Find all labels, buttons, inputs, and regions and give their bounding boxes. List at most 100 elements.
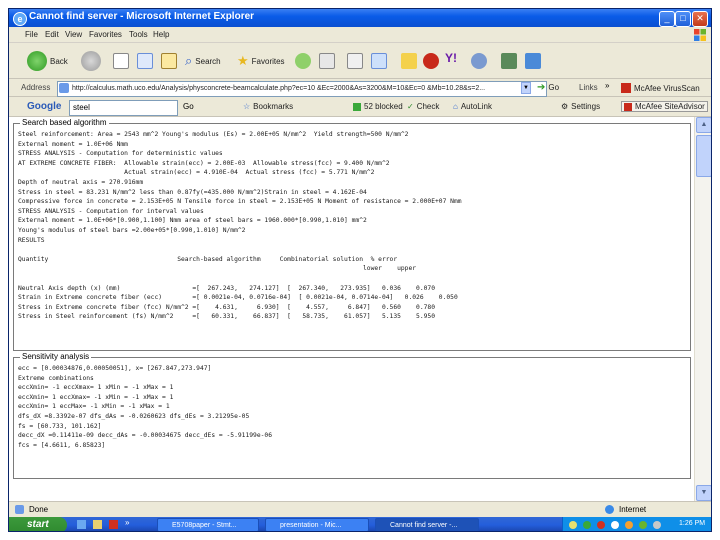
- popup-blocker-button[interactable]: 52 blocked: [353, 102, 403, 111]
- address-label: Address: [21, 83, 51, 92]
- menu-tools[interactable]: Tools: [129, 30, 148, 39]
- autolink-button[interactable]: ⌂ AutoLink: [453, 102, 492, 111]
- taskbar: start » E5708paper - Stmt... presentatio…: [9, 517, 711, 531]
- toolbar: Back ⌕ Search ★ Favorites Y!: [9, 43, 711, 79]
- bookmarks-button[interactable]: ☆ Bookmarks: [243, 102, 293, 111]
- menu-edit[interactable]: Edit: [45, 30, 59, 39]
- edit-icon[interactable]: [371, 53, 387, 69]
- tray-icon-1[interactable]: [569, 521, 577, 529]
- minimize-button[interactable]: _: [659, 11, 675, 27]
- scroll-up-icon[interactable]: ▲: [696, 117, 711, 133]
- clock[interactable]: 1:26 PM: [679, 520, 705, 527]
- result-line: STRESS ANALYSIS - Computation for determ…: [18, 150, 223, 158]
- scroll-thumb[interactable]: [696, 135, 711, 177]
- go-button[interactable]: ➔ Go: [537, 82, 559, 93]
- back-arrow-icon: [27, 51, 47, 71]
- messenger-icon[interactable]: [423, 53, 439, 69]
- spellcheck-button[interactable]: ✓ Check: [407, 102, 439, 111]
- maximize-button[interactable]: □: [675, 11, 691, 27]
- sensitivity-line: eccXmin= 1 eccXmax= -1 xMin = -1 xMax = …: [18, 393, 174, 401]
- address-dropdown-icon[interactable]: ▼: [521, 82, 531, 94]
- vertical-scrollbar[interactable]: ▲ ▼: [694, 117, 711, 501]
- spellcheck-icon: ✓: [407, 102, 414, 111]
- quicklaunch-folder-icon[interactable]: [93, 520, 102, 529]
- menu-favorites[interactable]: Favorites: [89, 30, 122, 39]
- google-settings-button[interactable]: ⚙ Settings: [561, 102, 600, 111]
- mail-icon[interactable]: [319, 53, 335, 69]
- refresh-icon[interactable]: [137, 53, 153, 69]
- quicklaunch-more-icon[interactable]: »: [125, 518, 129, 527]
- menu-file[interactable]: File: [25, 30, 38, 39]
- back-button[interactable]: Back: [27, 51, 68, 71]
- result-line: lower upper: [18, 265, 417, 273]
- google-go-button[interactable]: Go: [183, 102, 194, 111]
- favorites-button[interactable]: ★ Favorites: [237, 53, 285, 69]
- close-button[interactable]: ✕: [692, 11, 708, 27]
- search-icon: ⌕: [185, 53, 193, 68]
- sensitivity-text: ecc = [0.00034876,0.00050051], x= [267.8…: [18, 364, 684, 474]
- task-paper[interactable]: E5708paper - Stmt...: [157, 518, 259, 531]
- translate-icon[interactable]: [525, 53, 541, 69]
- result-line: Depth of neutral axis = 270.916mm: [18, 178, 144, 186]
- stop-icon[interactable]: [113, 53, 129, 69]
- links-label[interactable]: Links: [579, 83, 598, 92]
- result-line: AT EXTREME CONCRETE FIBER: Allowable str…: [18, 159, 390, 167]
- google-search-input[interactable]: steel: [69, 100, 178, 116]
- mcafee-icon: [621, 83, 631, 93]
- home-icon[interactable]: [161, 53, 177, 69]
- browser-window: e Cannot find server - Microsoft Interne…: [8, 8, 712, 532]
- panel-title: Sensitivity analysis: [20, 352, 92, 361]
- tray-icon-2[interactable]: [583, 521, 591, 529]
- status-bar: Done Internet: [9, 501, 711, 517]
- menu-help[interactable]: Help: [153, 30, 169, 39]
- menu-view[interactable]: View: [65, 30, 82, 39]
- start-label: start: [27, 519, 49, 530]
- mcafee-siteadvisor-button[interactable]: McAfee SiteAdvisor: [621, 101, 708, 112]
- internet-zone-icon: [605, 505, 614, 514]
- panel-title: Search based algorithm: [20, 118, 109, 127]
- result-line: RESULTS: [18, 236, 45, 244]
- forward-button[interactable]: [81, 51, 101, 71]
- menu-bar: File Edit View Favorites Tools Help: [9, 27, 711, 43]
- result-line: Stress in steel = 83.231 N/mm^2 less tha…: [18, 188, 367, 196]
- tray-icon-4[interactable]: [611, 521, 619, 529]
- system-tray: 1:26 PM: [562, 517, 711, 531]
- sensitivity-panel: Sensitivity analysis ecc = [0.00034876,0…: [13, 352, 691, 479]
- google-toolbar: Google steel Go ☆ Bookmarks 52 blocked ✓…: [9, 97, 711, 117]
- result-line: Stress in Extreme concrete fiber (fcc) N…: [18, 303, 436, 311]
- result-line: [18, 274, 684, 284]
- sensitivity-line: decc_dX =0.11411e-09 decc_dAs = -0.00034…: [18, 432, 273, 440]
- address-input[interactable]: http://calculus.math.uco.edu/Analysis/ph…: [57, 81, 547, 97]
- folder-icon[interactable]: [401, 53, 417, 69]
- zone-text: Internet: [619, 505, 647, 514]
- search-button[interactable]: ⌕ Search: [185, 53, 221, 69]
- sensitivity-lines: ecc = [0.00034876,0.00050051], x= [267.8…: [18, 364, 684, 450]
- result-line: Stress in Steel reinforcement (fs) N/mm^…: [18, 313, 436, 321]
- quicklaunch-ie-icon[interactable]: [77, 520, 86, 529]
- tray-icon-3[interactable]: [597, 521, 605, 529]
- result-line: External moment = 1.0E+06 Nmm: [18, 140, 128, 148]
- tray-icon-5[interactable]: [625, 521, 633, 529]
- go-arrow-icon: ➔: [537, 82, 546, 93]
- forward-arrow-icon: [81, 51, 101, 71]
- start-button[interactable]: start: [9, 517, 67, 531]
- scroll-down-icon[interactable]: ▼: [696, 485, 711, 501]
- result-line: [18, 245, 684, 255]
- mcafee-virusscan-button[interactable]: McAfee VirusScan: [621, 83, 700, 93]
- title-bar[interactable]: e Cannot find server - Microsoft Interne…: [9, 9, 711, 27]
- tray-icon-6[interactable]: [639, 521, 647, 529]
- links-chevron-icon[interactable]: »: [605, 81, 609, 90]
- tools-icon[interactable]: [501, 53, 517, 69]
- research-icon[interactable]: [471, 53, 487, 69]
- print-icon[interactable]: [347, 53, 363, 69]
- ie-logo-icon: e: [13, 12, 27, 26]
- history-icon[interactable]: [295, 53, 311, 69]
- search-algorithm-panel: Search based algorithm Steel reinforceme…: [13, 118, 691, 351]
- result-line: Neutral Axis depth (x) (mm) =[ 267.243, …: [18, 284, 436, 292]
- tray-icon-7[interactable]: [653, 521, 661, 529]
- task-browser[interactable]: Cannot find server -...: [375, 518, 479, 531]
- task-presentation[interactable]: presentation - Mic...: [265, 518, 369, 531]
- yahoo-icon[interactable]: Y!: [445, 51, 457, 65]
- quicklaunch-app-icon[interactable]: [109, 520, 118, 529]
- result-line: Quantity Search-based algorithm Combinat…: [18, 255, 398, 263]
